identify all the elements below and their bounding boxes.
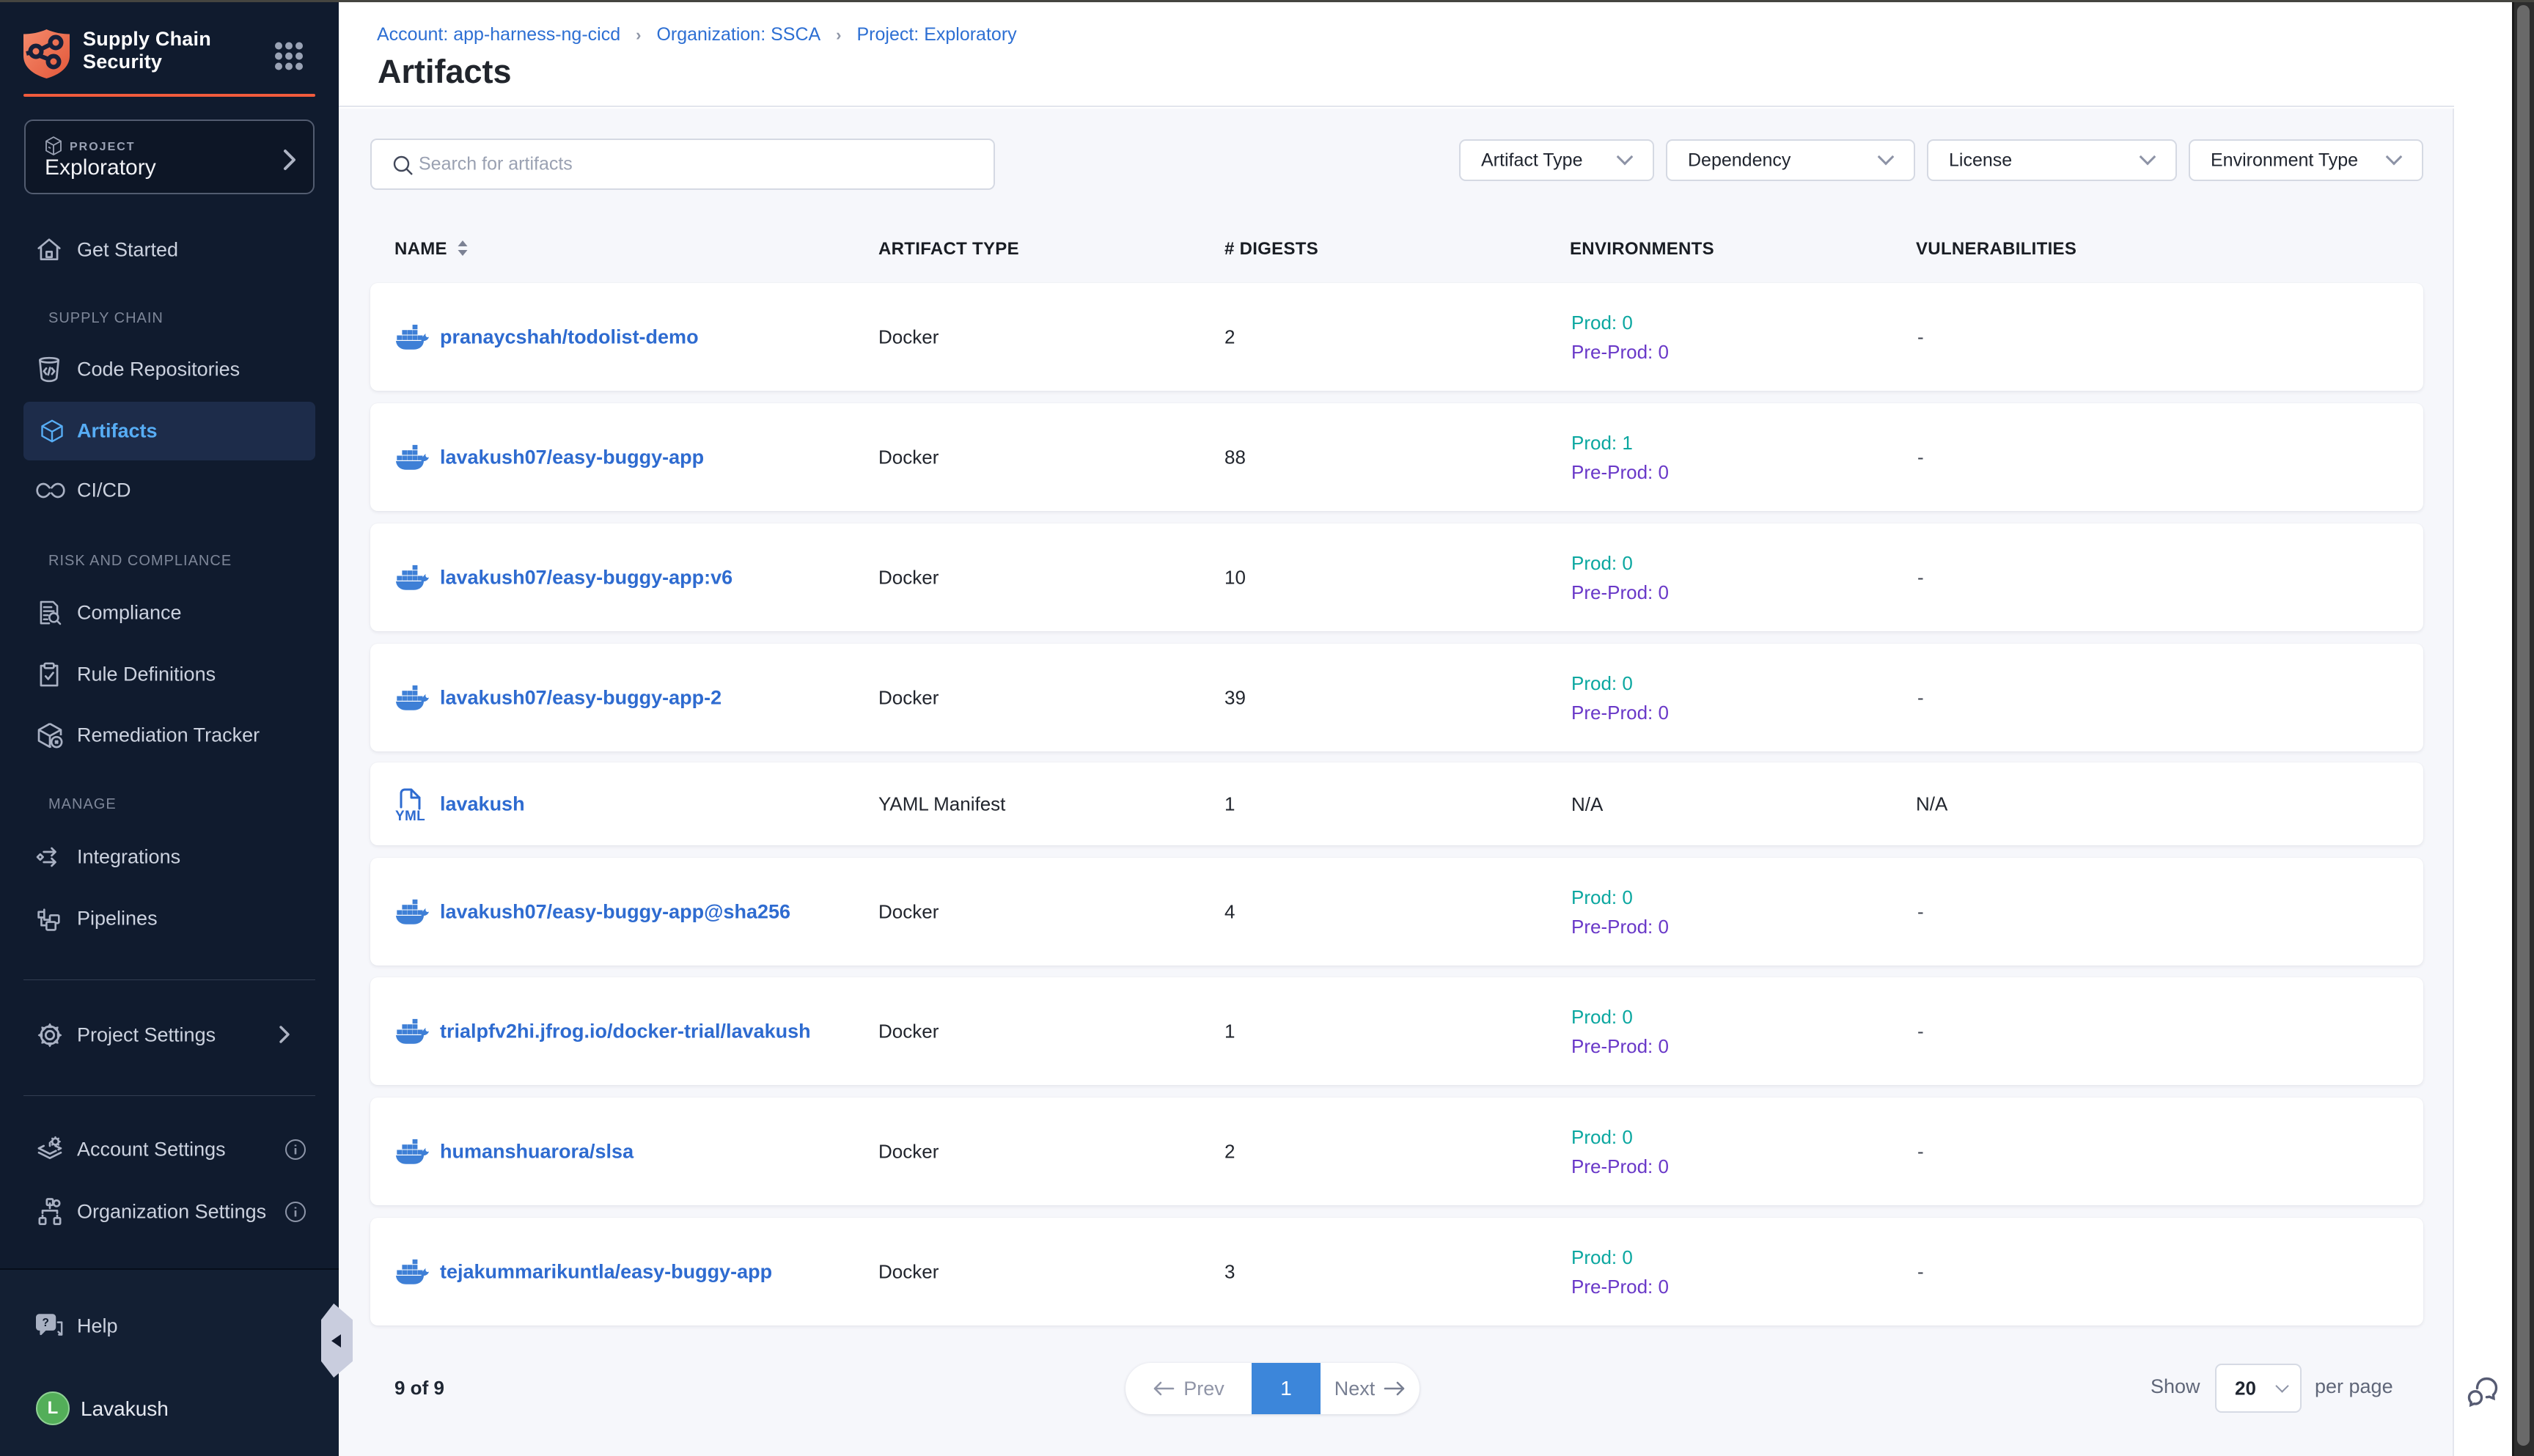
svg-text:?: ? — [43, 1317, 49, 1329]
svg-text:YML: YML — [395, 809, 425, 822]
